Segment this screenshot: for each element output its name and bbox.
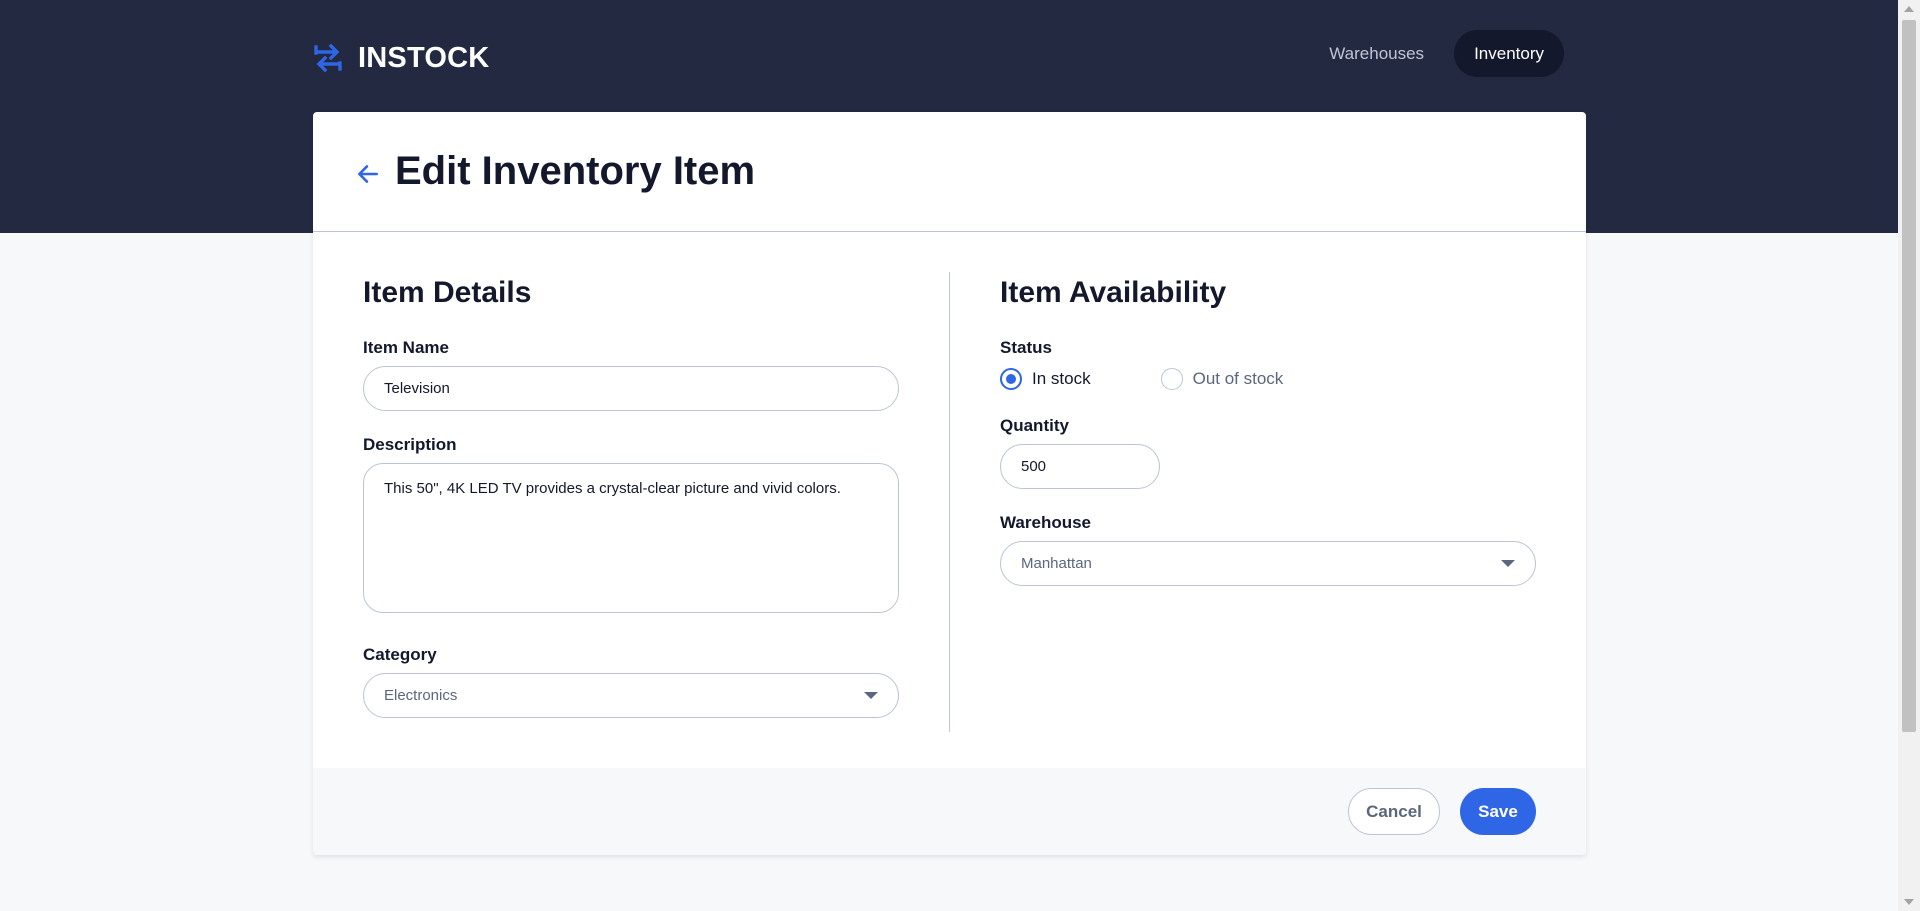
radio-checked-icon[interactable] [1000, 368, 1022, 390]
chevron-down-icon [1501, 560, 1515, 567]
warehouse-label: Warehouse [1000, 513, 1092, 532]
description-label: Description [363, 435, 457, 454]
item-availability-section: Item Availability Status In stock Out of… [1000, 272, 1536, 586]
quantity-input[interactable]: 500 [1000, 444, 1160, 489]
arrow-left-icon[interactable] [355, 161, 381, 187]
main-nav: Warehouses Inventory [1309, 30, 1564, 77]
item-name-value: Television [384, 380, 450, 397]
status-label: Status [1000, 338, 1052, 357]
column-divider [949, 272, 950, 732]
swap-arrows-icon [314, 43, 342, 73]
card-header: Edit Inventory Item [313, 112, 1586, 232]
radio-in-stock-label: In stock [1032, 369, 1091, 388]
radio-in-stock[interactable]: In stock [1000, 368, 1091, 390]
description-value: This 50", 4K LED TV provides a crystal-c… [384, 480, 841, 497]
category-select[interactable]: Electronics [363, 673, 899, 718]
quantity-label: Quantity [1000, 416, 1069, 435]
section-title-item-details: Item Details [363, 276, 532, 309]
status-radio-group: In stock Out of stock [1000, 368, 1536, 390]
form-actions: Cancel Save [313, 768, 1586, 855]
form-body: Item Details Item Name Television Descri… [313, 232, 1586, 768]
category-value: Electronics [384, 687, 458, 704]
scroll-up-icon[interactable] [1904, 6, 1914, 12]
vertical-scrollbar[interactable] [1898, 0, 1920, 911]
scroll-thumb[interactable] [1902, 20, 1916, 732]
logo-text: INSTOCK [358, 41, 490, 74]
page-title: Edit Inventory Item [395, 149, 756, 193]
chevron-down-icon [864, 692, 878, 699]
radio-out-of-stock-label: Out of stock [1192, 369, 1284, 388]
radio-unchecked-icon[interactable] [1160, 368, 1183, 390]
edit-inventory-card: Edit Inventory Item Item Details Item Na… [313, 112, 1586, 855]
cancel-button[interactable]: Cancel [1348, 788, 1440, 835]
logo[interactable]: INSTOCK [312, 40, 489, 76]
category-label: Category [363, 645, 437, 664]
item-name-label: Item Name [363, 338, 449, 357]
nav-warehouses[interactable]: Warehouses [1309, 30, 1444, 77]
nav-inventory[interactable]: Inventory [1454, 30, 1564, 77]
section-title-item-availability: Item Availability [1000, 276, 1227, 309]
description-textarea[interactable]: This 50", 4K LED TV provides a crystal-c… [363, 463, 899, 613]
scroll-down-icon[interactable] [1904, 899, 1914, 905]
quantity-value: 500 [1021, 458, 1047, 475]
save-button[interactable]: Save [1460, 788, 1536, 835]
warehouse-value: Manhattan [1021, 555, 1092, 572]
item-details-section: Item Details Item Name Television Descri… [363, 272, 899, 718]
item-name-input[interactable]: Television [363, 366, 899, 411]
radio-out-of-stock[interactable]: Out of stock [1160, 368, 1284, 390]
warehouse-select[interactable]: Manhattan [1000, 541, 1536, 586]
